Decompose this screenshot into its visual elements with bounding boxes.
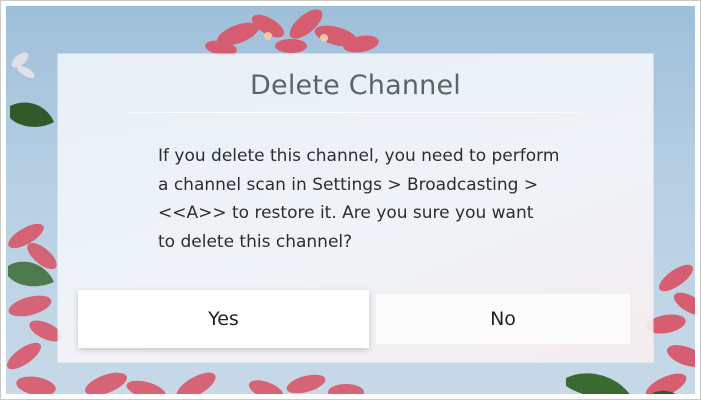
message-line: to delete this channel? [158, 231, 353, 252]
title-divider [106, 112, 605, 113]
message-line: a channel scan in Settings > Broadcastin… [158, 174, 539, 195]
message-line: If you delete this channel, you need to … [158, 146, 560, 166]
dialog-title: Delete Channel [250, 70, 461, 101]
screen-frame: Delete Channel If you delete this channe… [0, 0, 701, 400]
yes-button[interactable]: Yes [78, 290, 369, 348]
message-line: <<A>> to restore it. Are you sure you wa… [158, 203, 534, 223]
dialog-message: If you delete this channel, you need to … [158, 142, 578, 256]
delete-channel-dialog: Delete Channel If you delete this channe… [58, 54, 653, 362]
no-button[interactable]: No [376, 294, 630, 344]
